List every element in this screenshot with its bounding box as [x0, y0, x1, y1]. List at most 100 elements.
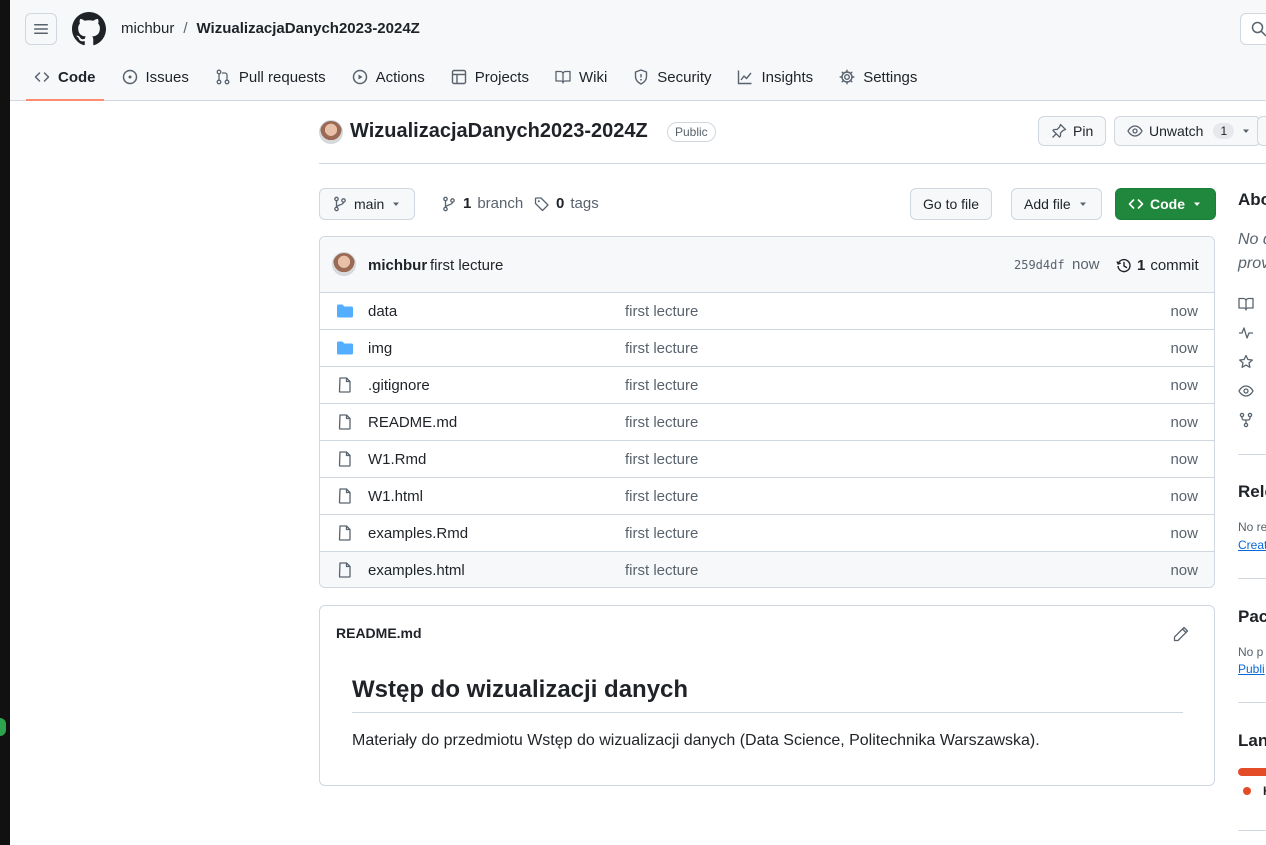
code-button[interactable]: Code — [1115, 188, 1216, 220]
breadcrumb-repo[interactable]: WizualizacjaDanych2023-2024Z — [197, 20, 420, 37]
repo-header: michbur / WizualizacjaDanych2023-2024Z C… — [10, 0, 1266, 101]
owner-avatar[interactable] — [319, 120, 343, 144]
commit-author-avatar[interactable] — [332, 252, 356, 276]
file-name[interactable]: examples.Rmd — [368, 525, 468, 542]
breadcrumb-owner[interactable]: michbur — [121, 20, 174, 37]
branch-name: main — [354, 196, 385, 212]
file-row[interactable]: W1.Rmd first lecture now — [320, 441, 1214, 478]
create-release-link[interactable]: Creat — [1238, 538, 1266, 552]
file-row[interactable]: data first lecture now — [320, 293, 1214, 330]
file-name[interactable]: README.md — [368, 414, 457, 431]
file-rows: data first lecture now img first lecture now.… — [320, 293, 1214, 587]
file-row[interactable]: examples.html first lecture now — [320, 552, 1214, 587]
file-icon — [338, 414, 351, 430]
pencil-icon[interactable] — [1173, 626, 1189, 642]
publish-package-link[interactable]: Publi — [1238, 662, 1265, 676]
file-name[interactable]: .gitignore — [368, 377, 430, 394]
file-commit-message[interactable]: first lecture — [625, 451, 698, 468]
file-row[interactable]: img first lecture now — [320, 330, 1214, 367]
file-row[interactable]: examples.Rmd first lecture now — [320, 515, 1214, 552]
commit-history-link[interactable]: 1 commit — [1116, 257, 1199, 274]
readme-panel: README.md Wstęp do wizualizacji danych M… — [319, 605, 1215, 786]
visibility-badge: Public — [667, 122, 716, 142]
file-commit-message[interactable]: first lecture — [625, 488, 698, 505]
code-icon — [1128, 199, 1144, 209]
tab-actions[interactable]: Actions — [344, 58, 433, 96]
sidebar-divider — [1238, 454, 1266, 455]
code-icon — [34, 72, 50, 82]
fork-icon — [1239, 412, 1253, 428]
sidebar-divider — [1238, 702, 1266, 703]
packages-heading[interactable]: Pac — [1238, 607, 1266, 627]
language-bar — [1238, 768, 1266, 776]
file-commit-message[interactable]: first lecture — [625, 525, 698, 542]
tab-pull-requests[interactable]: Pull requests — [207, 58, 334, 96]
play-icon — [352, 69, 367, 85]
file-commit-message[interactable]: first lecture — [625, 377, 698, 394]
file-commit-message[interactable]: first lecture — [625, 303, 698, 320]
tab-insights[interactable]: Insights — [729, 58, 821, 96]
tab-security[interactable]: Security — [625, 58, 719, 96]
file-icon — [338, 525, 351, 541]
menu-button[interactable] — [25, 13, 57, 45]
file-name[interactable]: examples.html — [368, 562, 465, 579]
tags-link[interactable]: 0 tags — [534, 195, 599, 212]
eye-icon — [1238, 385, 1254, 397]
file-row[interactable]: README.md first lecture now — [320, 404, 1214, 441]
add-file-label: Add file — [1024, 196, 1071, 212]
tag-count: 0 — [556, 195, 565, 212]
tab-wiki[interactable]: Wiki — [547, 58, 615, 96]
commit-count-label: commit — [1150, 257, 1199, 274]
search-button[interactable] — [1240, 13, 1266, 45]
go-to-file-label: Go to file — [923, 196, 980, 212]
file-commit-time: now — [1170, 562, 1198, 579]
pin-label: Pin — [1073, 123, 1094, 139]
unwatch-button[interactable]: Unwatch 1 — [1114, 116, 1262, 146]
fork-button[interactable] — [1257, 116, 1266, 146]
file-name[interactable]: data — [368, 303, 397, 320]
file-commit-message[interactable]: first lecture — [625, 340, 698, 357]
eye-icon — [1127, 125, 1143, 137]
tab-pull-requests-label: Pull requests — [238, 68, 326, 86]
file-commit-message[interactable]: first lecture — [625, 414, 698, 431]
add-file-button[interactable]: Add file — [1011, 188, 1102, 220]
repo-title-bar: WizualizacjaDanych2023-2024Z Public Pin … — [319, 116, 1266, 164]
language-dot — [1243, 787, 1251, 795]
tab-insights-label: Insights — [761, 68, 814, 86]
tab-code[interactable]: Code — [26, 58, 104, 101]
file-icon — [338, 451, 351, 467]
file-commit-time: now — [1170, 377, 1198, 394]
file-icon — [338, 562, 351, 578]
file-commit-time: now — [1170, 414, 1198, 431]
file-name[interactable]: W1.html — [368, 488, 423, 505]
releases-heading[interactable]: Rele — [1238, 482, 1266, 502]
tab-wiki-label: Wiki — [578, 68, 608, 86]
latest-commit-bar: michbur first lecture 259d4df now 1 comm… — [320, 237, 1214, 293]
commit-author[interactable]: michbur — [368, 257, 427, 274]
file-commit-message[interactable]: first lecture — [625, 562, 698, 579]
folder-icon — [337, 304, 353, 318]
packages-empty-text: No p — [1238, 645, 1264, 659]
branch-select-button[interactable]: main — [319, 188, 416, 220]
about-description-line-1: No d — [1238, 231, 1266, 248]
file-row[interactable]: .gitignore first lecture now — [320, 367, 1214, 404]
book-icon — [555, 70, 571, 84]
pin-button[interactable]: Pin — [1038, 116, 1107, 146]
tab-issues[interactable]: Issues — [114, 58, 197, 96]
file-commit-time: now — [1170, 488, 1198, 505]
go-to-file-button[interactable]: Go to file — [910, 188, 993, 220]
tab-settings[interactable]: Settings — [831, 58, 925, 96]
tab-projects-label: Projects — [474, 68, 529, 86]
github-logo-icon[interactable] — [72, 12, 106, 46]
branches-link[interactable]: 1 branch — [441, 195, 523, 212]
hamburger-icon — [34, 24, 48, 34]
tab-projects[interactable]: Projects — [443, 58, 537, 96]
file-name[interactable]: W1.Rmd — [368, 451, 426, 468]
file-row[interactable]: W1.html first lecture now — [320, 478, 1214, 515]
commit-message[interactable]: first lecture — [430, 257, 503, 274]
book-icon — [1238, 297, 1254, 311]
readme-title[interactable]: README.md — [336, 625, 422, 641]
star-icon — [1239, 354, 1253, 368]
file-name[interactable]: img — [368, 340, 392, 357]
commit-hash[interactable]: 259d4df — [1014, 258, 1065, 272]
